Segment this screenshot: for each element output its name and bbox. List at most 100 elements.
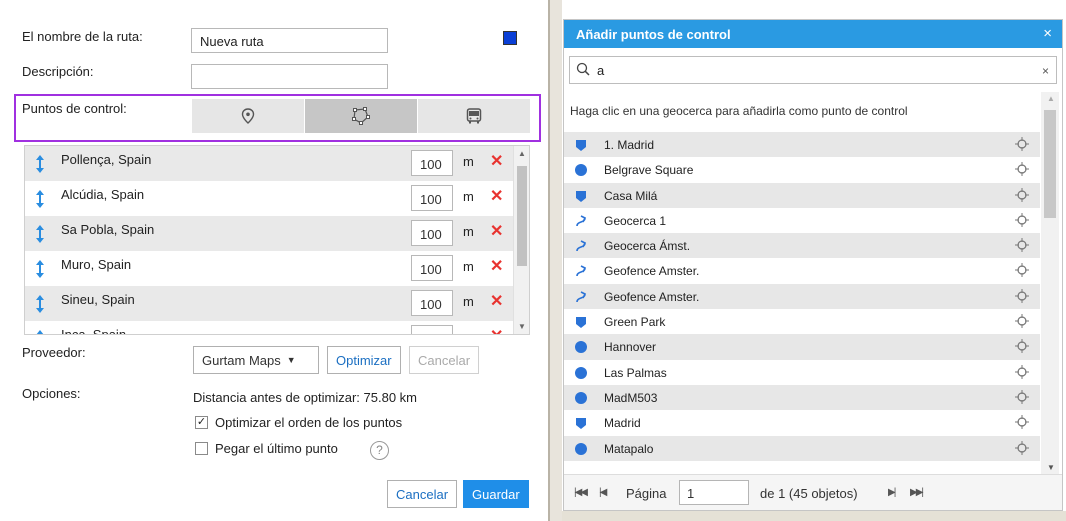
route-color-swatch[interactable]	[503, 31, 517, 45]
geofence-row[interactable]: Casa Milá	[564, 182, 1040, 208]
help-icon[interactable]: ?	[370, 441, 389, 460]
circle-geofence-icon	[575, 442, 587, 455]
prev-page-icon[interactable]: |◀	[599, 487, 607, 498]
delete-point-icon[interactable]: ✕	[490, 291, 503, 311]
optimize-button[interactable]: Optimizar	[327, 346, 401, 374]
delete-point-icon[interactable]: ✕	[490, 186, 503, 206]
geofence-name: Geocerca 1	[604, 213, 667, 228]
radius-input[interactable]: 100	[411, 290, 453, 316]
map-strip	[548, 0, 562, 521]
control-point-row: Pollença, Spain 100 m ✕	[25, 146, 529, 181]
geofence-row[interactable]: Belgrave Square	[564, 157, 1040, 182]
close-icon[interactable]: ×	[1043, 25, 1052, 42]
geofence-scrollbar[interactable]: ▲ ▼	[1041, 92, 1059, 474]
control-point-row: Alcúdia, Spain 100 m ✕	[25, 181, 529, 216]
clear-search-icon[interactable]: ×	[1042, 64, 1049, 78]
radius-input[interactable]: 100	[411, 255, 453, 281]
add-point-target-icon[interactable]	[1015, 364, 1029, 379]
delete-point-icon[interactable]: ✕	[490, 326, 503, 334]
add-point-target-icon[interactable]	[1015, 137, 1029, 151]
geofence-name: Hannover	[604, 340, 657, 355]
geofence-search[interactable]: a ×	[569, 56, 1057, 84]
scroll-down-icon[interactable]: ▼	[1047, 463, 1055, 472]
scrollbar-thumb[interactable]	[1044, 110, 1056, 218]
geofence-row[interactable]: Green Park	[564, 309, 1040, 334]
drag-sort-icon[interactable]	[33, 329, 47, 335]
page-count-text: de 1 (45 objetos)	[760, 486, 858, 501]
points-scrollbar[interactable]: ▲ ▼	[513, 146, 529, 334]
circle-geofence-icon	[575, 391, 587, 404]
radius-unit: m	[463, 329, 474, 334]
add-point-target-icon[interactable]	[1015, 314, 1029, 329]
control-points-label: Puntos de control:	[22, 101, 127, 116]
radius-unit: m	[463, 189, 474, 204]
drag-sort-icon[interactable]	[33, 259, 47, 279]
geofence-row[interactable]: Geofence Amster.	[564, 283, 1040, 310]
cancel-optimize-button[interactable]: Cancelar	[409, 346, 480, 374]
search-icon	[576, 62, 590, 76]
geofence-row[interactable]: Geocerca Ámst.	[564, 233, 1040, 259]
last-page-icon[interactable]: ▶▶|	[910, 487, 924, 498]
provider-select[interactable]: Gurtam Maps ▼	[193, 346, 319, 374]
stick-last-label[interactable]: Pegar el último punto	[215, 441, 338, 456]
drag-sort-icon[interactable]	[33, 154, 47, 174]
save-button[interactable]: Guardar	[463, 480, 529, 508]
geofence-name: Geofence Amster.	[604, 264, 700, 279]
add-point-target-icon[interactable]	[1015, 162, 1029, 177]
add-point-target-icon[interactable]	[1015, 440, 1029, 455]
geofence-row[interactable]: Madrid	[564, 410, 1040, 435]
delete-point-icon[interactable]: ✕	[490, 151, 503, 171]
route-name-input[interactable]: Nueva ruta	[191, 28, 388, 53]
drag-sort-icon[interactable]	[33, 294, 47, 314]
add-point-target-icon[interactable]	[1015, 187, 1029, 202]
radius-input[interactable]: 100	[411, 325, 453, 334]
scroll-up-icon[interactable]: ▲	[1047, 94, 1055, 103]
control-point-name: Sineu, Spain	[61, 292, 135, 307]
page-input[interactable]: 1	[679, 480, 749, 505]
geofence-row[interactable]: Geofence Amster.	[564, 258, 1040, 283]
description-input[interactable]	[191, 64, 388, 89]
drag-sort-icon[interactable]	[33, 189, 47, 209]
geofence-row[interactable]: Las Palmas	[564, 360, 1040, 385]
geofence-row[interactable]: MadM503	[564, 384, 1040, 411]
tab-bus[interactable]	[418, 99, 531, 133]
search-input[interactable]: a	[597, 63, 604, 78]
first-page-icon[interactable]: |◀◀	[574, 487, 588, 498]
add-control-points-panel: Añadir puntos de control × a × Haga clic…	[563, 19, 1063, 511]
geofence-row[interactable]: 1. Madrid	[564, 132, 1040, 158]
scroll-down-icon[interactable]: ▼	[518, 322, 526, 331]
stick-last-checkbox[interactable]	[195, 442, 208, 455]
provider-value: Gurtam Maps	[202, 352, 281, 368]
page-label: Página	[626, 486, 667, 501]
scrollbar-thumb[interactable]	[517, 166, 527, 266]
cancel-button[interactable]: Cancelar	[387, 480, 458, 508]
delete-point-icon[interactable]: ✕	[490, 256, 503, 276]
add-point-target-icon[interactable]	[1015, 263, 1029, 278]
tab-polygon[interactable]	[305, 99, 418, 133]
delete-point-icon[interactable]: ✕	[490, 221, 503, 241]
add-point-target-icon[interactable]	[1015, 389, 1029, 404]
tab-geofence[interactable]	[192, 99, 305, 133]
add-point-target-icon[interactable]	[1015, 212, 1029, 227]
optimize-order-label[interactable]: Optimizar el orden de los puntos	[215, 415, 402, 430]
next-page-icon[interactable]: ▶|	[888, 487, 896, 498]
geofence-row[interactable]: Geocerca 1	[564, 208, 1040, 233]
geofence-row[interactable]: Hannover	[564, 334, 1040, 360]
scroll-up-icon[interactable]: ▲	[518, 149, 526, 158]
line-geofence-icon	[576, 215, 587, 227]
line-geofence-icon	[576, 265, 587, 277]
geofence-row[interactable]: Matapalo	[564, 435, 1040, 461]
control-point-name: Sa Pobla, Spain	[61, 222, 155, 237]
add-point-target-icon[interactable]	[1015, 415, 1029, 430]
radius-input[interactable]: 100	[411, 185, 453, 211]
radius-input[interactable]: 100	[411, 150, 453, 176]
drag-sort-icon[interactable]	[33, 224, 47, 244]
add-point-target-icon[interactable]	[1015, 339, 1029, 354]
optimize-order-checkbox[interactable]: ✓	[195, 416, 208, 429]
add-point-target-icon[interactable]	[1015, 288, 1029, 303]
geofence-name: Geocerca Ámst.	[604, 239, 691, 254]
polygon-geofence-icon	[576, 317, 586, 329]
add-point-target-icon[interactable]	[1015, 238, 1029, 253]
radius-input[interactable]: 100	[411, 220, 453, 246]
radius-unit: m	[463, 259, 474, 274]
